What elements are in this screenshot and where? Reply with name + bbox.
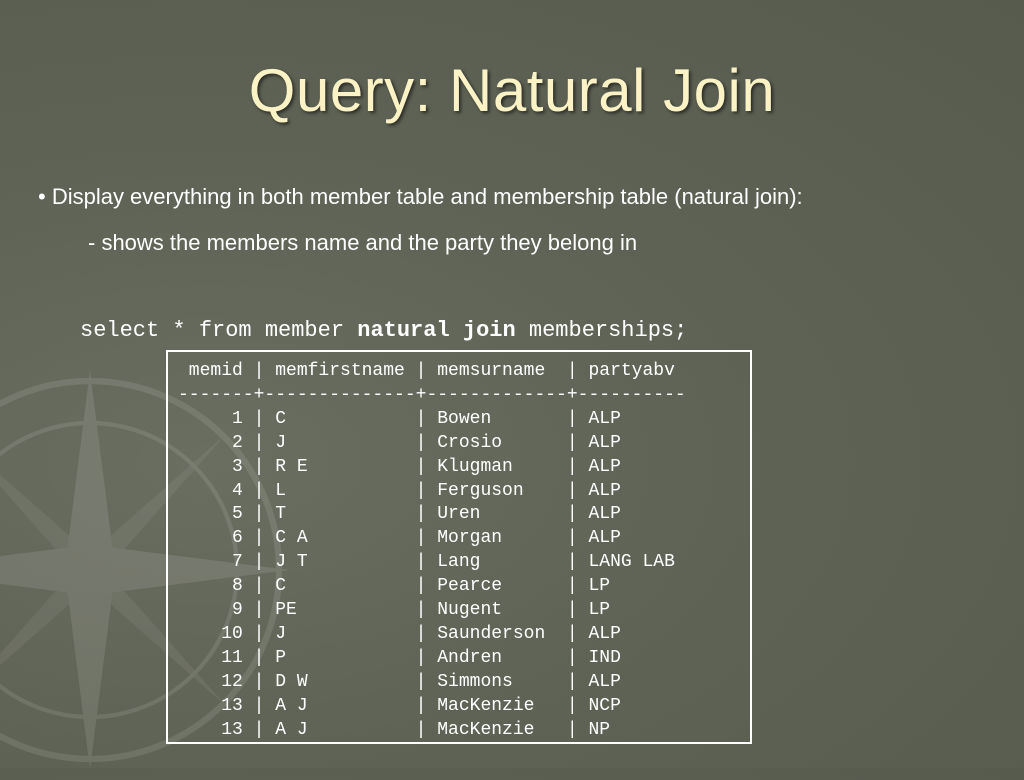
result-row: 10 | J | Saunderson | ALP: [178, 623, 621, 644]
result-row: 1 | C | Bowen | ALP: [178, 408, 621, 429]
query-keyword: natural join: [357, 318, 516, 343]
result-row: 2 | J | Crosio | ALP: [178, 432, 621, 453]
bullet-point-sub: - shows the members name and the party t…: [88, 230, 638, 255]
result-row: 7 | J T | Lang | LANG LAB: [178, 552, 675, 573]
query-suffix: memberships;: [515, 318, 688, 343]
query-result-box: memid | memfirstname | memsurname | part…: [166, 350, 752, 744]
result-row: 3 | R E | Klugman | ALP: [178, 456, 621, 477]
result-row: 13 | A J | MacKenzie | NCP: [178, 695, 621, 716]
sql-query: select * from member natural join member…: [80, 318, 687, 343]
result-rows: 1 | C | Bowen | ALP 2 | J | Crosio | ALP…: [178, 408, 750, 743]
result-row: 5 | T | Uren | ALP: [178, 504, 621, 525]
slide-title: Query: Natural Join: [248, 57, 776, 124]
result-row: 4 | L | Ferguson | ALP: [178, 480, 621, 501]
result-row: 9 | PE | Nugent | LP: [178, 600, 611, 621]
result-row: 13 | A J | MacKenzie | NP: [178, 719, 611, 740]
result-header: memid | memfirstname | memsurname | part…: [178, 361, 675, 381]
result-row: 6 | C A | Morgan | ALP: [178, 528, 621, 549]
result-separator: -------+--------------+-------------+---…: [178, 384, 686, 405]
result-row: 11 | P | Andren | IND: [178, 647, 621, 668]
bullet-point-main: • Display everything in both member tabl…: [38, 184, 803, 209]
query-prefix: select * from member: [80, 318, 358, 343]
result-row: 8 | C | Pearce | LP: [178, 576, 611, 597]
result-row: 12 | D W | Simmons | ALP: [178, 671, 621, 692]
